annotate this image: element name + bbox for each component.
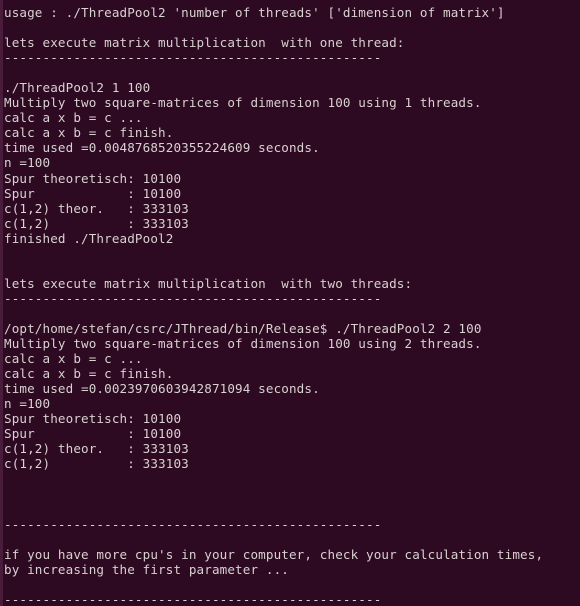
terminal-line: calc a x b = c ... [4, 110, 143, 126]
terminal-line: c(1,2) : 333103 [4, 215, 189, 231]
terminal-line: ----------------------------------------… [4, 516, 382, 532]
terminal-line: c(1,2) : 333103 [4, 456, 189, 472]
terminal-line: Multiply two square-matrices of dimensio… [4, 336, 482, 352]
terminal-line: ./ThreadPool2 1 100 [4, 80, 151, 96]
terminal-line: calc a x b = c ... [4, 351, 143, 367]
terminal-line: Spur theoretisch: 10100 [4, 411, 182, 427]
terminal-line: /opt/home/stefan/csrc/JThread/bin/Releas… [4, 320, 482, 336]
terminal-line: Spur theoretisch: 10100 [4, 170, 182, 186]
terminal-line: lets execute matrix multiplication with … [4, 275, 413, 291]
terminal-line: calc a x b = c finish. [4, 366, 174, 382]
terminal-line: by increasing the first parameter ... [4, 561, 289, 577]
terminal-line: time used =0.0023970603942871094 seconds… [4, 381, 320, 397]
terminal-line: ----------------------------------------… [4, 591, 382, 606]
terminal-line: c(1,2) theor. : 333103 [4, 200, 189, 216]
terminal-line: Spur : 10100 [4, 426, 182, 442]
terminal-window[interactable]: usage : ./ThreadPool2 'number of threads… [0, 0, 580, 606]
terminal-line: finished ./ThreadPool2 [4, 230, 174, 246]
terminal-line: c(1,2) theor. : 333103 [4, 441, 189, 457]
terminal-line: ----------------------------------------… [4, 50, 382, 66]
terminal-line: lets execute matrix multiplication with … [4, 35, 405, 51]
terminal-output[interactable]: usage : ./ThreadPool2 'number of threads… [0, 0, 580, 606]
terminal-line: if you have more cpu's in your computer,… [4, 546, 544, 562]
terminal-line: time used =0.0048768520355224609 seconds… [4, 140, 320, 156]
terminal-line: calc a x b = c finish. [4, 125, 174, 141]
terminal-line: usage : ./ThreadPool2 'number of threads… [4, 5, 505, 20]
terminal-line: n =100 [4, 155, 51, 171]
terminal-line: Spur : 10100 [4, 185, 182, 201]
terminal-line: ----------------------------------------… [4, 290, 382, 306]
terminal-line: n =100 [4, 396, 51, 412]
terminal-line: Multiply two square-matrices of dimensio… [4, 95, 482, 111]
